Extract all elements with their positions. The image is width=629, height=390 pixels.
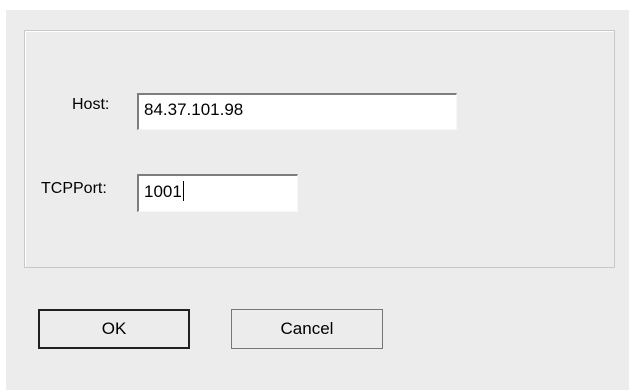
host-input[interactable]: 84.37.101.98 xyxy=(137,93,457,130)
connection-settings-group xyxy=(24,30,615,268)
tcp-port-label: TCPPort: xyxy=(41,180,107,197)
ok-button[interactable]: OK xyxy=(38,309,190,349)
host-input-value: 84.37.101.98 xyxy=(144,100,244,119)
text-caret xyxy=(182,181,184,201)
cancel-button[interactable]: Cancel xyxy=(231,309,383,349)
tcp-port-input-value: 1001 xyxy=(144,182,182,201)
connection-dialog: Host: 84.37.101.98 TCPPort: 1001 OK Canc… xyxy=(0,0,629,390)
host-label: Host: xyxy=(72,96,110,113)
tcp-port-input[interactable]: 1001 xyxy=(137,174,298,212)
